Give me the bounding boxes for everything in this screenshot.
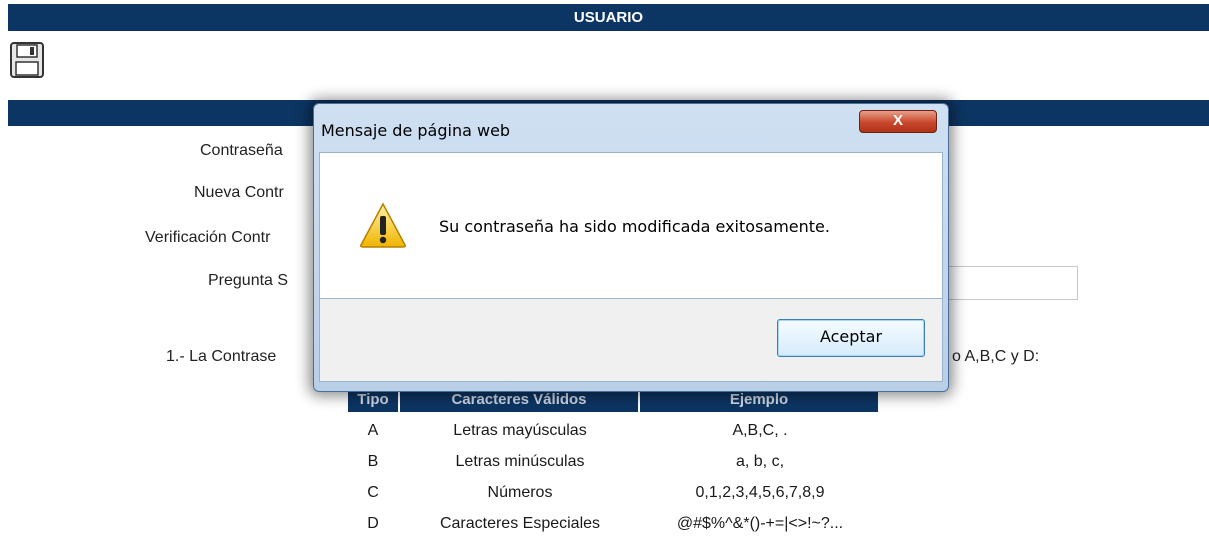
dialog-title: Mensaje de página web xyxy=(321,121,511,140)
cell-valid: Letras mayúsculas xyxy=(453,422,587,439)
cell-type: C xyxy=(367,484,379,501)
new-password-label: Nueva Contr xyxy=(194,184,284,201)
cell-example: 0,1,2,3,4,5,6,7,8,9 xyxy=(695,484,825,501)
rules-intro-end: o A,B,C y D: xyxy=(952,348,1040,365)
table-header-type: Tipo xyxy=(348,390,398,412)
table-header-example: Ejemplo xyxy=(640,390,878,412)
cell-valid: Letras minúsculas xyxy=(455,453,585,470)
table-header-valid: Caracteres Válidos xyxy=(400,390,638,412)
warning-icon xyxy=(360,202,406,248)
accept-button[interactable]: Aceptar xyxy=(777,319,925,357)
cell-type: B xyxy=(367,453,379,470)
verify-password-label: Verificación Contr xyxy=(145,229,271,246)
cell-example: @#$%^&*()-+=|<>!~?... xyxy=(676,515,844,532)
close-button[interactable]: X xyxy=(859,110,937,133)
current-password-label: Contraseña xyxy=(200,142,283,159)
save-button[interactable] xyxy=(10,42,44,78)
cell-example: A,B,C, . xyxy=(732,422,788,439)
dialog-body: Su contraseña ha sido modificada exitosa… xyxy=(319,152,943,299)
dialog-message: Su contraseña ha sido modificada exitosa… xyxy=(439,217,830,236)
message-dialog: Mensaje de página web X Su contraseña ha… xyxy=(313,103,949,392)
save-icon xyxy=(10,42,44,78)
page-title: USUARIO xyxy=(573,9,644,26)
cell-type: D xyxy=(367,515,379,532)
cell-type: A xyxy=(367,422,379,439)
rules-intro-start: 1.- La Contrase xyxy=(166,348,277,365)
cell-valid: Números xyxy=(487,484,553,501)
security-question-label: Pregunta S xyxy=(208,272,289,289)
dialog-footer: Aceptar xyxy=(319,299,943,382)
close-icon: X xyxy=(892,112,903,129)
page-title-bar: USUARIO xyxy=(8,4,1209,31)
cell-example: a, b, c, xyxy=(735,453,785,470)
cell-valid: Caracteres Especiales xyxy=(439,515,601,532)
